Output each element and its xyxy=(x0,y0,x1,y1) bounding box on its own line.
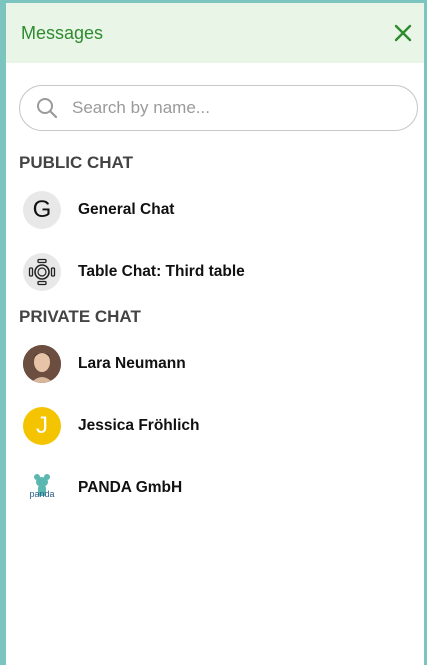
chat-item-label: General Chat xyxy=(78,201,175,218)
chat-item-label: Lara Neumann xyxy=(78,355,186,372)
chat-item-general[interactable]: G General Chat xyxy=(6,179,424,241)
table-icon xyxy=(23,253,61,291)
chat-item-panda[interactable]: panda PANDA GmbH xyxy=(6,457,424,519)
general-chat-avatar: G xyxy=(23,191,61,229)
close-icon xyxy=(394,24,412,42)
search-box[interactable] xyxy=(19,85,418,131)
search-input[interactable] xyxy=(70,97,374,119)
avatar xyxy=(23,345,61,383)
panel-header: Messages xyxy=(6,3,424,63)
chat-item-jessica[interactable]: J Jessica Fröhlich xyxy=(6,395,424,457)
panel-title: Messages xyxy=(21,22,104,43)
close-button[interactable] xyxy=(392,22,414,44)
chat-item-lara[interactable]: Lara Neumann xyxy=(6,333,424,395)
messages-panel: Messages PUBLIC CHAT G General Chat xyxy=(0,0,427,665)
panda-logo-icon: panda xyxy=(23,469,61,507)
chat-item-label: Table Chat: Third table xyxy=(78,263,245,280)
private-chat-heading: PRIVATE CHAT xyxy=(19,307,141,326)
search-icon xyxy=(37,98,58,119)
chat-item-table[interactable]: Table Chat: Third table xyxy=(6,241,424,303)
avatar: J xyxy=(23,407,61,445)
chat-item-label: PANDA GmbH xyxy=(78,479,183,496)
public-chat-heading: PUBLIC CHAT xyxy=(19,153,133,172)
chat-item-label: Jessica Fröhlich xyxy=(78,417,200,434)
svg-text:panda: panda xyxy=(29,489,54,499)
